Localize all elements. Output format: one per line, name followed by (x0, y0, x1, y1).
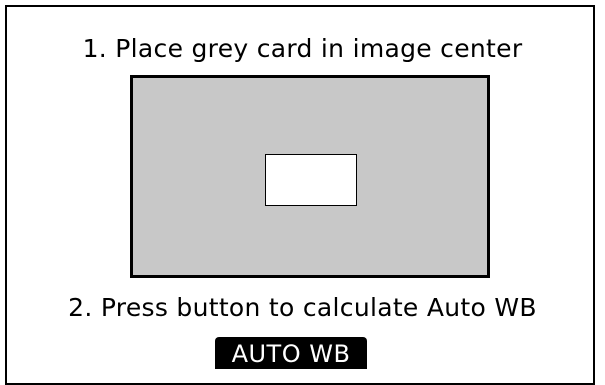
step-2-instruction: 2. Press button to calculate Auto WB (68, 293, 537, 322)
step-1-instruction: 1. Place grey card in image center (82, 34, 523, 63)
auto-wb-button[interactable]: AUTO WB (215, 337, 367, 369)
center-target-box (265, 154, 357, 206)
